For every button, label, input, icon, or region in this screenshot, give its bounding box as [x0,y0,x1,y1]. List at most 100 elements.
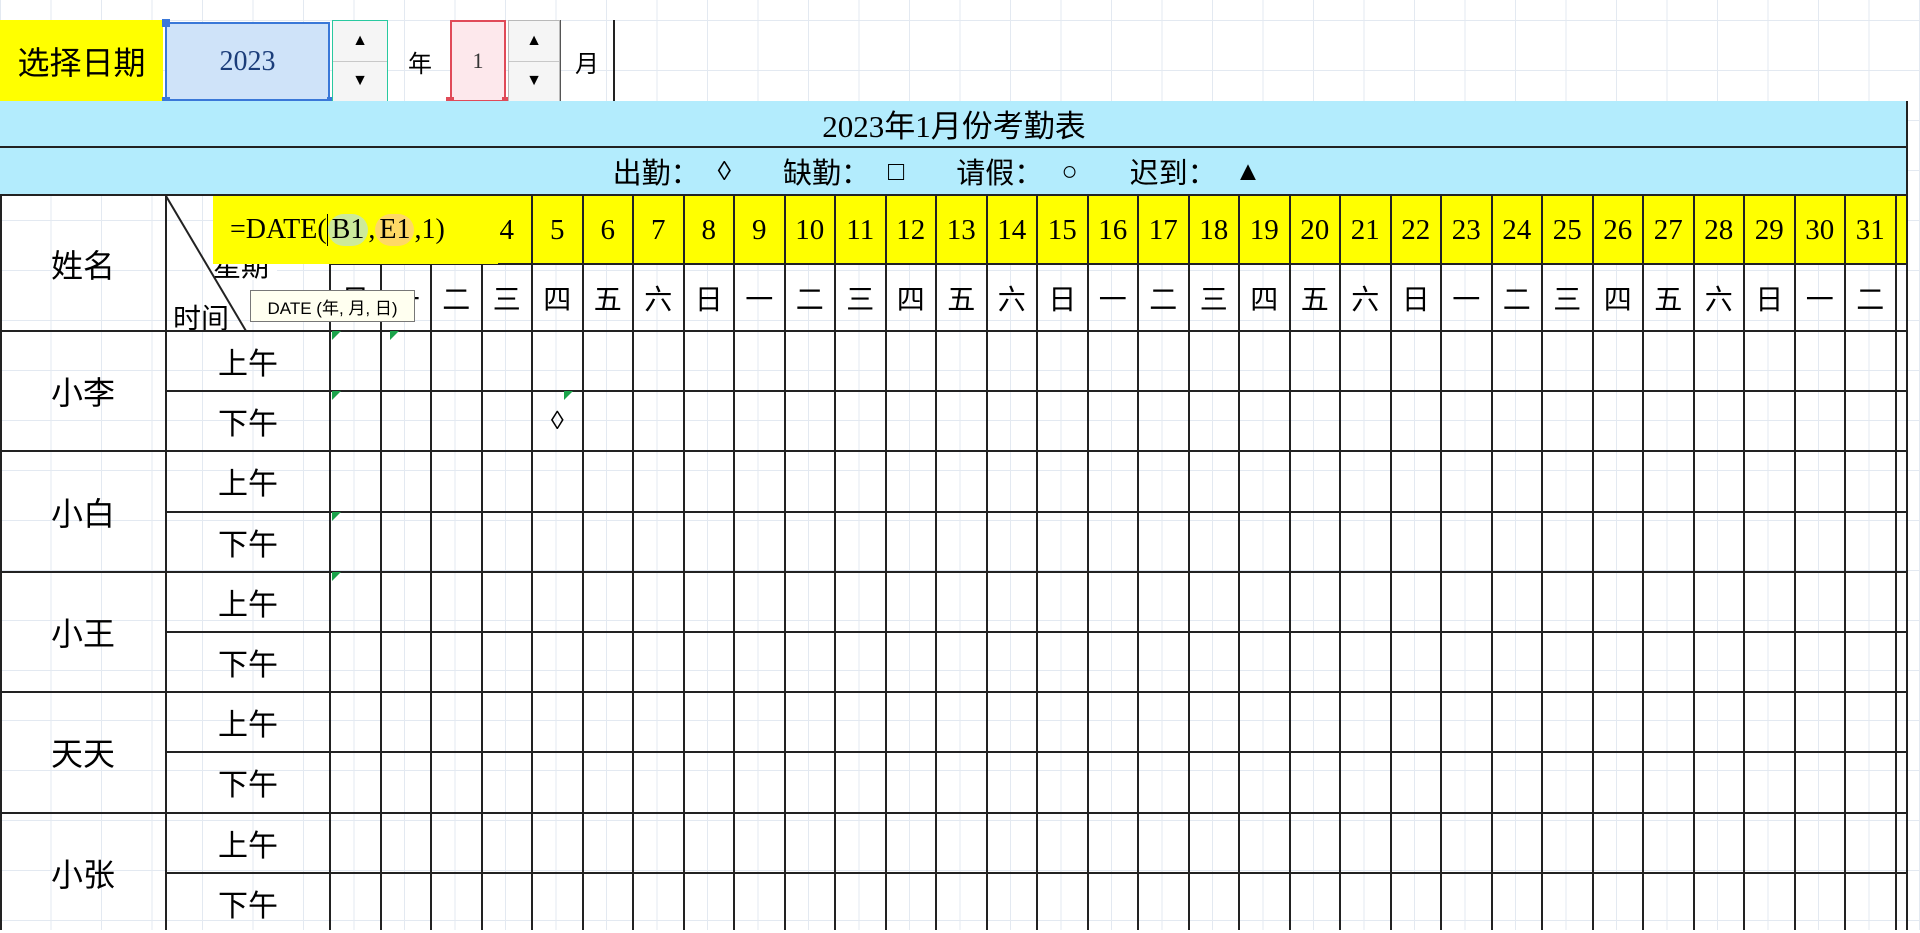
weekday-cell[interactable]: 日 [1391,264,1442,331]
date-cell[interactable]: 19 [1239,196,1290,264]
weekday-cell[interactable]: 四 [1593,264,1644,331]
period-label: 下午 [218,769,278,803]
grid-hline [0,811,1908,814]
date-cell[interactable]: 20 [1289,196,1340,264]
grid-hline [0,450,1908,453]
weekday-cell[interactable]: 一 [1088,264,1139,331]
year-spinner[interactable]: ▲ ▼ [332,20,388,102]
legend-symbol-icon: ◊ [717,155,731,186]
year-up-arrow-icon[interactable]: ▲ [333,21,387,62]
weekday-cell[interactable]: 三 [835,264,886,331]
selection-handle[interactable] [162,19,170,27]
month-down-arrow-icon[interactable]: ▼ [509,61,559,101]
period-label: 上午 [218,829,278,863]
date-cell[interactable]: 8 [683,196,734,264]
date-cell[interactable]: 13 [936,196,987,264]
year-input[interactable]: 2023 [165,22,330,101]
weekday-cell[interactable]: 五 [583,264,634,331]
month-input[interactable]: 1 [450,20,506,102]
date-cell[interactable]: 22 [1390,196,1441,264]
weekday-cell[interactable]: 六 [633,264,684,331]
attendance-mark[interactable]: ◊ [532,391,583,451]
year-unit-label: 年 [408,50,432,78]
grid-vline [985,196,988,930]
weekday-cell[interactable]: 五 [1643,264,1694,331]
date-cell[interactable]: 11 [835,196,886,264]
weekday-cell[interactable]: 日 [1744,264,1795,331]
weekday-cell[interactable]: 六 [1340,264,1391,331]
weekday-cell[interactable]: 日 [684,264,735,331]
date-cell[interactable]: 28 [1693,196,1744,264]
date-cell[interactable]: 6 [582,196,633,264]
date-cell[interactable]: 30 [1794,196,1845,264]
date-cell[interactable]: 31 [1845,196,1896,264]
formula-editor[interactable]: =DATE(B1, E1,1) [213,196,498,264]
grid-hline [330,263,1908,265]
date-cell[interactable]: 23 [1441,196,1492,264]
employee-name: 小张 [50,856,115,893]
comment-indicator-icon [332,391,341,400]
year-down-arrow-icon[interactable]: ▼ [333,61,387,101]
period-label: 上午 [218,709,278,743]
weekday-cell[interactable]: 二 [785,264,836,331]
grid-hline [0,691,1908,694]
formula-ref-year[interactable]: B1 [327,214,369,246]
employee-name: 小白 [50,495,115,532]
weekday-cell[interactable]: 四 [532,264,583,331]
month-unit-label: 月 [560,20,615,102]
date-cell[interactable]: 25 [1542,196,1593,264]
formula-ref-month[interactable]: E1 [375,214,415,246]
formula-prefix: =DATE( [230,214,327,245]
date-cell[interactable]: 18 [1188,196,1239,264]
date-cell[interactable]: 24 [1491,196,1542,264]
weekday-cell[interactable]: 五 [1290,264,1341,331]
weekday-cell[interactable]: 三 [482,264,533,331]
weekday-cell[interactable]: 四 [886,264,937,331]
weekday-cell[interactable]: 日 [1037,264,1088,331]
weekday-cell[interactable]: 二 [1138,264,1189,331]
grid-vline [1844,196,1846,930]
weekday-cell[interactable]: 三 [1542,264,1593,331]
weekday-cell[interactable]: 二 [431,264,482,331]
weekday-cell[interactable]: 一 [1441,264,1492,331]
grid-hline [166,510,1908,513]
date-cell[interactable]: 7 [633,196,684,264]
weekday-cell[interactable]: 一 [1795,264,1846,331]
weekday-cell[interactable]: 三 [1189,264,1240,331]
date-cell[interactable]: 21 [1340,196,1391,264]
weekday-cell[interactable]: 六 [987,264,1038,331]
grid-hline [0,330,1908,332]
date-cell[interactable]: 10 [784,196,835,264]
weekday-cell[interactable]: 六 [1694,264,1745,331]
employee-name: 天天 [50,736,115,773]
legend-label: 请假： [956,158,1044,190]
weekday-cell[interactable]: 二 [1845,264,1896,331]
date-cell[interactable]: 17 [1138,196,1189,264]
month-up-arrow-icon[interactable]: ▲ [509,21,559,62]
grid-vline [1086,196,1089,930]
weekday-cell[interactable]: 二 [1492,264,1543,331]
weekday-cell[interactable]: 一 [734,264,785,331]
legend-symbol-icon: ○ [1061,155,1078,186]
date-cell[interactable]: 29 [1744,196,1795,264]
period-label: 上午 [218,588,278,622]
grid-vline [430,196,432,930]
date-cell[interactable]: 27 [1643,196,1694,264]
comment-indicator-icon [564,391,573,400]
date-cell[interactable]: 5 [532,196,583,264]
month-spinner[interactable]: ▲ ▼ [508,20,560,102]
date-cell[interactable]: 12 [885,196,936,264]
weekday-cell[interactable]: 四 [1239,264,1290,331]
weekday-cell[interactable]: 五 [936,264,987,331]
legend-symbol-icon: □ [887,155,905,186]
date-cell[interactable]: 26 [1592,196,1643,264]
grid-vline [632,196,634,930]
date-cell[interactable]: 14 [986,196,1037,264]
date-cell[interactable]: 16 [1087,196,1138,264]
grid-vline [1036,196,1038,930]
date-cell[interactable]: 9 [734,196,785,264]
grid-vline [1389,196,1392,930]
legend-label: 缺勤： [782,158,870,190]
date-cell[interactable]: 15 [1037,196,1088,264]
grid-vline [1642,196,1644,930]
